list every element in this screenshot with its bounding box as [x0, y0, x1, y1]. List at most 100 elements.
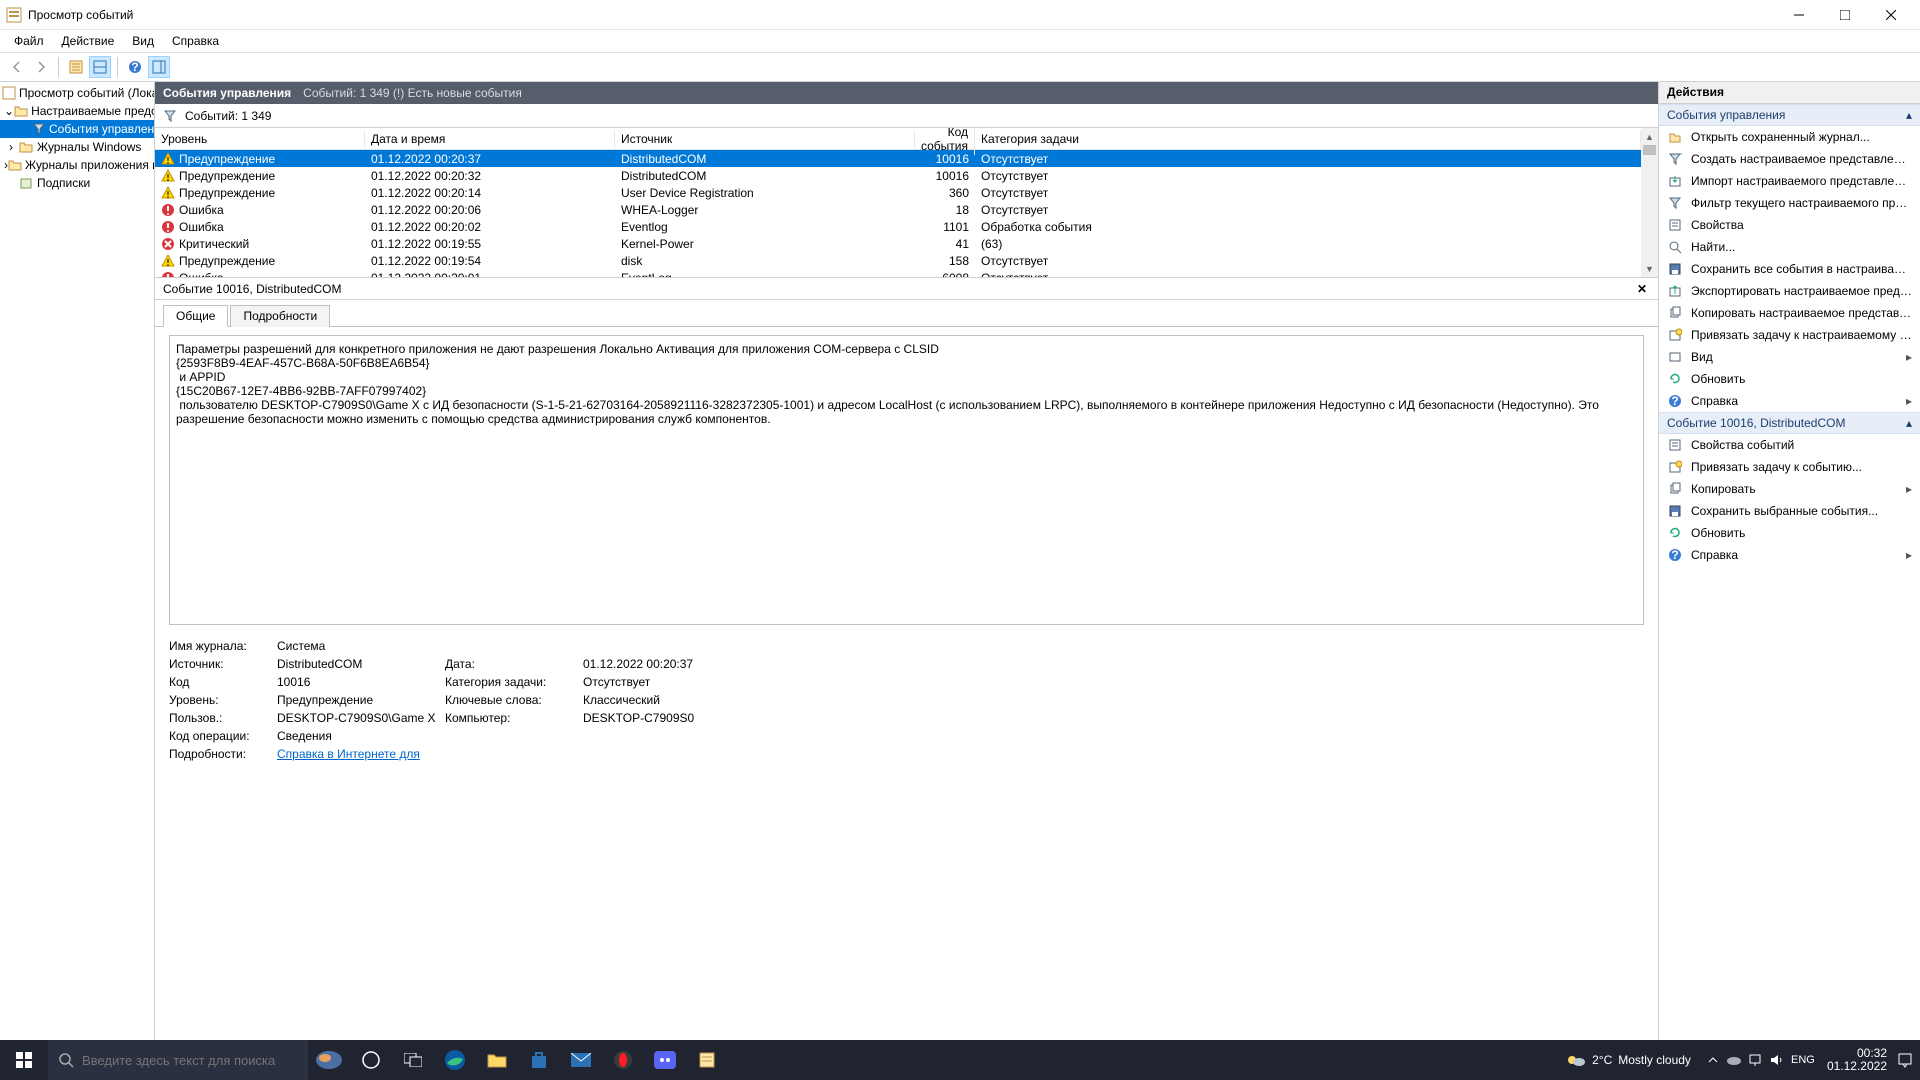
action-item[interactable]: Экспортировать настраиваемое представлен…: [1659, 280, 1920, 302]
tree-admin-events[interactable]: События управления: [0, 120, 154, 138]
action-item[interactable]: Сохранить выбранные события...: [1659, 500, 1920, 522]
action-item[interactable]: Копировать▸: [1659, 478, 1920, 500]
action-item[interactable]: ?Справка▸: [1659, 390, 1920, 412]
table-row[interactable]: Предупреждение01.12.2022 00:20:32Distrib…: [155, 167, 1641, 184]
tree-hscrollbar[interactable]: [0, 192, 154, 208]
meta-computer: DESKTOP-C7909S0: [583, 711, 989, 725]
tab-general[interactable]: Общие: [163, 305, 228, 327]
action-item[interactable]: Свойства событий: [1659, 434, 1920, 456]
col-header-task[interactable]: Категория задачи: [975, 130, 1641, 148]
action-item[interactable]: Найти...: [1659, 236, 1920, 258]
widget-button[interactable]: [308, 1040, 350, 1080]
row-id: 360: [915, 186, 975, 200]
menu-file[interactable]: Файл: [6, 32, 52, 50]
weather-widget[interactable]: 2°C Mostly cloudy: [1556, 1052, 1701, 1068]
tray-onedrive-icon[interactable]: [1725, 1040, 1743, 1080]
action-item[interactable]: Сохранить все события в настраиваемом пр…: [1659, 258, 1920, 280]
cortana-button[interactable]: [350, 1040, 392, 1080]
action-item[interactable]: ?Справка▸: [1659, 544, 1920, 566]
action-label: Обновить: [1691, 526, 1912, 540]
action-item[interactable]: Обновить: [1659, 368, 1920, 390]
action-item[interactable]: Привязать задачу к событию...: [1659, 456, 1920, 478]
action-item[interactable]: Фильтр текущего настраиваемого представл…: [1659, 192, 1920, 214]
action-item[interactable]: Открыть сохраненный журнал...: [1659, 126, 1920, 148]
filter-icon: [32, 121, 46, 137]
row-task: Отсутствует: [975, 203, 1641, 217]
menu-help[interactable]: Справка: [164, 32, 227, 50]
edge-icon[interactable]: [434, 1040, 476, 1080]
taskbar-search[interactable]: [48, 1040, 308, 1080]
toolbar-separator: [58, 57, 59, 77]
event-table-scrollbar[interactable]: ▲ ▼: [1641, 128, 1658, 277]
tree-subscriptions[interactable]: Подписки: [0, 174, 154, 192]
table-row[interactable]: Ошибка01.12.2022 00:20:02Eventlog1101Обр…: [155, 218, 1641, 235]
tray-language[interactable]: ENG: [1788, 1040, 1818, 1080]
level-icon: [161, 271, 175, 278]
explorer-icon[interactable]: [476, 1040, 518, 1080]
tree-windows-logs[interactable]: › Журналы Windows: [0, 138, 154, 156]
col-header-source[interactable]: Источник: [615, 130, 915, 148]
action-label: Экспортировать настраиваемое представлен…: [1691, 284, 1912, 298]
expand-icon[interactable]: ⌄: [4, 104, 14, 118]
nav-forward-button[interactable]: [30, 56, 52, 78]
meta-moreinfo-link[interactable]: Справка в Интернете для: [277, 747, 989, 761]
close-button[interactable]: [1868, 0, 1914, 30]
action-item[interactable]: Обновить: [1659, 522, 1920, 544]
action-item[interactable]: Копировать настраиваемое представление..…: [1659, 302, 1920, 324]
folder-icon: [14, 103, 28, 119]
weather-temp: 2°C: [1592, 1053, 1612, 1067]
tab-details[interactable]: Подробности: [230, 305, 330, 327]
maximize-button[interactable]: [1822, 0, 1868, 30]
action-item[interactable]: Свойства: [1659, 214, 1920, 236]
store-icon[interactable]: [518, 1040, 560, 1080]
mail-icon[interactable]: [560, 1040, 602, 1080]
table-row[interactable]: Предупреждение01.12.2022 00:20:37Distrib…: [155, 150, 1641, 167]
table-row[interactable]: Ошибка01.12.2022 00:20:01EventLog6008Отс…: [155, 269, 1641, 277]
menu-view[interactable]: Вид: [124, 32, 162, 50]
row-id: 10016: [915, 152, 975, 166]
opera-icon[interactable]: [602, 1040, 644, 1080]
toolbar: ?: [0, 52, 1920, 82]
tray-chevron-icon[interactable]: [1704, 1040, 1722, 1080]
actions-pane-button[interactable]: [148, 56, 170, 78]
table-row[interactable]: Предупреждение01.12.2022 00:20:14User De…: [155, 184, 1641, 201]
tray-notifications-icon[interactable]: [1896, 1040, 1914, 1080]
level-icon: [161, 237, 175, 251]
tray-clock[interactable]: 00:32 01.12.2022: [1821, 1047, 1893, 1073]
col-header-level[interactable]: Уровень: [155, 130, 365, 148]
collapse-icon[interactable]: ▴: [1906, 416, 1912, 430]
filter-icon: [1667, 195, 1683, 211]
expand-icon[interactable]: ›: [4, 140, 18, 154]
tree-app-services[interactable]: › Журналы приложения и служб: [0, 156, 154, 174]
copy-icon: [1667, 481, 1683, 497]
search-input[interactable]: [82, 1053, 298, 1068]
action-item[interactable]: Импорт настраиваемого представления...: [1659, 170, 1920, 192]
nav-back-button[interactable]: [6, 56, 28, 78]
action-item[interactable]: Вид▸: [1659, 346, 1920, 368]
row-date: 01.12.2022 00:20:32: [365, 169, 615, 183]
table-row[interactable]: Ошибка01.12.2022 00:20:06WHEA-Logger18От…: [155, 201, 1641, 218]
meta-opcode-label: Код операции:: [169, 729, 269, 743]
action-label: Сохранить выбранные события...: [1691, 504, 1912, 518]
tree-custom-views[interactable]: ⌄ Настраиваемые представления: [0, 102, 154, 120]
help-button[interactable]: ?: [124, 56, 146, 78]
eventviewer-taskbar-icon[interactable]: [686, 1040, 728, 1080]
preview-pane-button[interactable]: [89, 56, 111, 78]
collapse-icon[interactable]: ▴: [1906, 108, 1912, 122]
task-view-button[interactable]: [392, 1040, 434, 1080]
meta-task-label: Категория задачи:: [445, 675, 575, 689]
show-tree-button[interactable]: [65, 56, 87, 78]
minimize-button[interactable]: [1776, 0, 1822, 30]
col-header-date[interactable]: Дата и время: [365, 130, 615, 148]
table-row[interactable]: Критический01.12.2022 00:19:55Kernel-Pow…: [155, 235, 1641, 252]
tree-root[interactable]: Просмотр событий (Локальный): [0, 84, 154, 102]
action-item[interactable]: Привязать задачу к настраиваемому предст…: [1659, 324, 1920, 346]
table-row[interactable]: Предупреждение01.12.2022 00:19:54disk158…: [155, 252, 1641, 269]
tray-volume-icon[interactable]: [1767, 1040, 1785, 1080]
discord-icon[interactable]: [644, 1040, 686, 1080]
start-button[interactable]: [0, 1040, 48, 1080]
detail-close-button[interactable]: ✕: [1634, 281, 1650, 297]
action-item[interactable]: +Создать настраиваемое представление...: [1659, 148, 1920, 170]
menu-action[interactable]: Действие: [54, 32, 123, 50]
tray-network-icon[interactable]: [1746, 1040, 1764, 1080]
